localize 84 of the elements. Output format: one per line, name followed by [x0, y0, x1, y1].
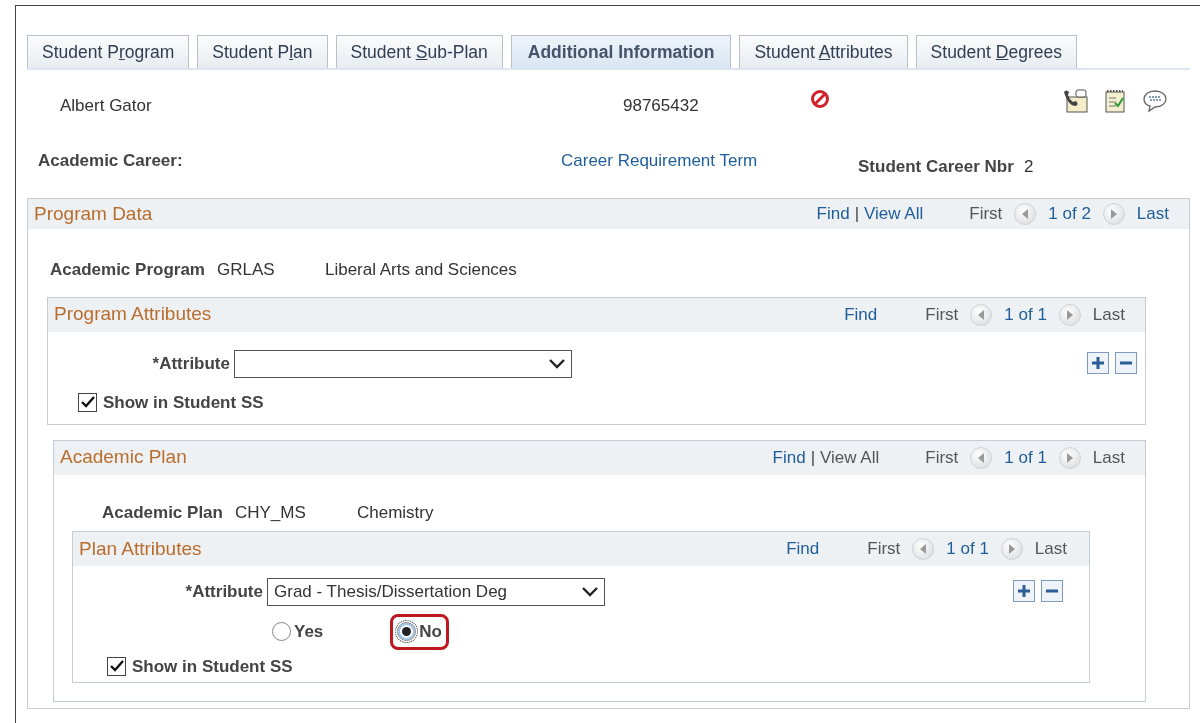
- plus-icon: [1092, 356, 1104, 369]
- field-label: *Attribute: [184, 581, 264, 604]
- page-counter: 1 of 1: [946, 538, 989, 561]
- last-link: Last: [1092, 446, 1125, 469]
- checkbox-label: Show in Student SS: [132, 655, 293, 678]
- remove-button[interactable]: [1041, 580, 1063, 602]
- field-label: Student Career Nbr: [858, 156, 1014, 178]
- page-counter: 1 of 2: [1048, 203, 1091, 226]
- section-title: Program Attributes: [54, 302, 212, 327]
- right-arrow-icon: [1007, 544, 1016, 554]
- last-link[interactable]: Last: [1136, 201, 1169, 227]
- tab[interactable]: Additional Information: [510, 35, 732, 68]
- remove-button[interactable]: [1115, 351, 1137, 374]
- next-button[interactable]: [1000, 538, 1023, 560]
- left-arrow-icon: [977, 452, 986, 463]
- right-arrow-icon: [1109, 209, 1118, 219]
- tab[interactable]: Student Sub-Plan: [335, 35, 503, 68]
- section-title: Academic Plan: [60, 445, 187, 470]
- tab[interactable]: Student Program: [27, 35, 190, 68]
- field-value: GRLAS: [216, 259, 276, 281]
- previous-button[interactable]: [970, 303, 993, 326]
- radio-label: Yes: [294, 621, 324, 643]
- section-title: Plan Attributes: [79, 536, 202, 561]
- previous-button[interactable]: [912, 538, 935, 560]
- radio-label: No: [419, 621, 442, 643]
- checkbox-label: Show in Student SS: [103, 391, 264, 414]
- chevron-down-icon: [549, 358, 565, 369]
- radio-button[interactable]: [272, 622, 291, 642]
- plus-icon: [1018, 585, 1030, 597]
- add-button[interactable]: [1013, 580, 1035, 602]
- tab[interactable]: Student Plan: [197, 35, 328, 68]
- field-label: Academic Career:: [38, 150, 184, 172]
- dropdown-field[interactable]: [234, 349, 572, 378]
- left-arrow-icon: [977, 309, 986, 320]
- separator: |: [854, 203, 860, 226]
- next-button[interactable]: [1058, 446, 1081, 469]
- find-link[interactable]: Find: [816, 201, 850, 227]
- checkmark-icon: [109, 660, 124, 673]
- separator: |: [810, 446, 816, 469]
- find-link[interactable]: Find: [786, 536, 820, 562]
- chevron-down-icon: [582, 587, 598, 597]
- career-requirement-link[interactable]: Career Requirement Term: [561, 148, 858, 174]
- tab[interactable]: Student Attributes: [739, 35, 908, 68]
- previous-button[interactable]: [970, 446, 993, 469]
- first-link: First: [867, 538, 901, 561]
- phone-card-icon[interactable]: [1062, 89, 1088, 113]
- field-value: CHY_MS: [234, 501, 307, 524]
- view-all-link: View All: [820, 446, 880, 469]
- next-button[interactable]: [1058, 303, 1081, 326]
- right-arrow-icon: [1065, 309, 1074, 320]
- page-counter: 1 of 1: [1004, 446, 1047, 469]
- field-value: 2: [1023, 156, 1034, 178]
- last-link: Last: [1092, 303, 1125, 326]
- first-link: First: [925, 303, 959, 326]
- page-counter: 1 of 1: [1004, 303, 1047, 326]
- chat-icon[interactable]: [1142, 89, 1168, 113]
- view-all-link[interactable]: View All: [864, 201, 924, 227]
- field-label: Academic Plan: [102, 501, 223, 524]
- student-id: 98765432: [623, 95, 700, 118]
- find-link[interactable]: Find: [772, 444, 806, 471]
- field-value: Liberal Arts and Sciences: [324, 259, 517, 281]
- first-link: First: [925, 446, 959, 469]
- checkmark-icon: [80, 396, 95, 409]
- student-name: Albert Gator: [60, 95, 153, 118]
- checkbox[interactable]: [107, 656, 126, 676]
- previous-button[interactable]: [1014, 203, 1037, 225]
- last-link: Last: [1034, 538, 1067, 561]
- field-value: Chemistry: [356, 501, 434, 524]
- left-arrow-icon: [1021, 209, 1030, 219]
- dropdown-field[interactable]: Grad - Thesis/Dissertation Deg: [267, 578, 605, 606]
- left-arrow-icon: [919, 544, 928, 554]
- find-link[interactable]: Find: [844, 301, 878, 328]
- field-label: *Attribute: [151, 352, 231, 375]
- checklist-icon[interactable]: [1104, 89, 1126, 113]
- first-link: First: [969, 203, 1003, 226]
- tab[interactable]: Student Degrees: [915, 35, 1077, 68]
- field-label: Academic Program: [50, 259, 205, 281]
- prohibited-icon: [810, 89, 830, 109]
- next-button[interactable]: [1102, 203, 1125, 225]
- checkbox[interactable]: [78, 392, 97, 412]
- section-title: Program Data: [34, 201, 153, 226]
- add-button[interactable]: [1087, 351, 1109, 374]
- radio-button[interactable]: [397, 622, 417, 642]
- right-arrow-icon: [1065, 452, 1074, 463]
